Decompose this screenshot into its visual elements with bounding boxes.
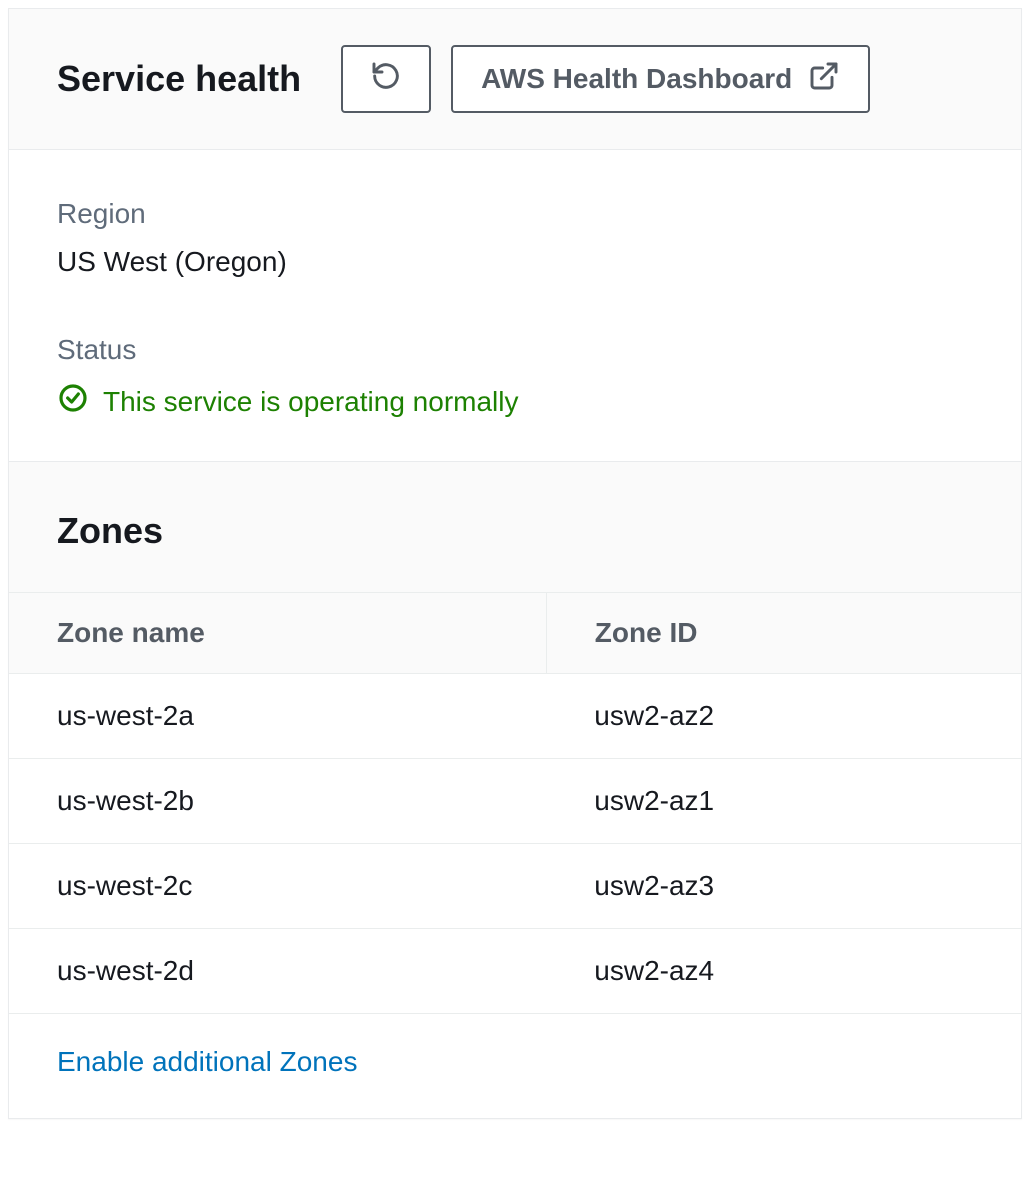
table-row: us-west-2a usw2-az2 <box>9 674 1021 759</box>
region-value: US West (Oregon) <box>57 246 973 278</box>
zones-title: Zones <box>57 510 973 552</box>
zone-id-cell: usw2-az1 <box>546 759 1021 844</box>
aws-health-dashboard-button[interactable]: AWS Health Dashboard <box>451 45 870 113</box>
zone-name-cell: us-west-2a <box>9 674 546 759</box>
zones-col-id[interactable]: Zone ID <box>546 593 1021 674</box>
zone-name-cell: us-west-2b <box>9 759 546 844</box>
refresh-icon <box>370 60 402 99</box>
service-health-panel: Service health AWS Health Dashboard <box>8 8 1022 1119</box>
region-field: Region US West (Oregon) <box>57 198 973 278</box>
status-field: Status This service is operating normall… <box>57 334 973 421</box>
status-success-icon <box>57 382 89 421</box>
external-link-icon <box>808 60 840 99</box>
panel-header: Service health AWS Health Dashboard <box>9 9 1021 150</box>
zone-id-cell: usw2-az3 <box>546 844 1021 929</box>
panel-title: Service health <box>57 58 301 100</box>
zones-col-name[interactable]: Zone name <box>9 593 546 674</box>
region-label: Region <box>57 198 973 230</box>
table-row: us-west-2b usw2-az1 <box>9 759 1021 844</box>
status-value: This service is operating normally <box>103 386 519 418</box>
status-label: Status <box>57 334 973 366</box>
refresh-button[interactable] <box>341 45 431 113</box>
status-value-row: This service is operating normally <box>57 382 973 421</box>
aws-health-dashboard-label: AWS Health Dashboard <box>481 63 792 95</box>
zones-footer: Enable additional Zones <box>9 1014 1021 1118</box>
zone-name-cell: us-west-2c <box>9 844 546 929</box>
service-info: Region US West (Oregon) Status This serv… <box>9 150 1021 461</box>
table-row: us-west-2c usw2-az3 <box>9 844 1021 929</box>
zone-name-cell: us-west-2d <box>9 929 546 1014</box>
zones-header: Zones <box>9 461 1021 592</box>
zone-id-cell: usw2-az4 <box>546 929 1021 1014</box>
table-row: us-west-2d usw2-az4 <box>9 929 1021 1014</box>
zone-id-cell: usw2-az2 <box>546 674 1021 759</box>
enable-additional-zones-link[interactable]: Enable additional Zones <box>57 1046 357 1077</box>
zones-table: Zone name Zone ID us-west-2a usw2-az2 us… <box>9 592 1021 1014</box>
